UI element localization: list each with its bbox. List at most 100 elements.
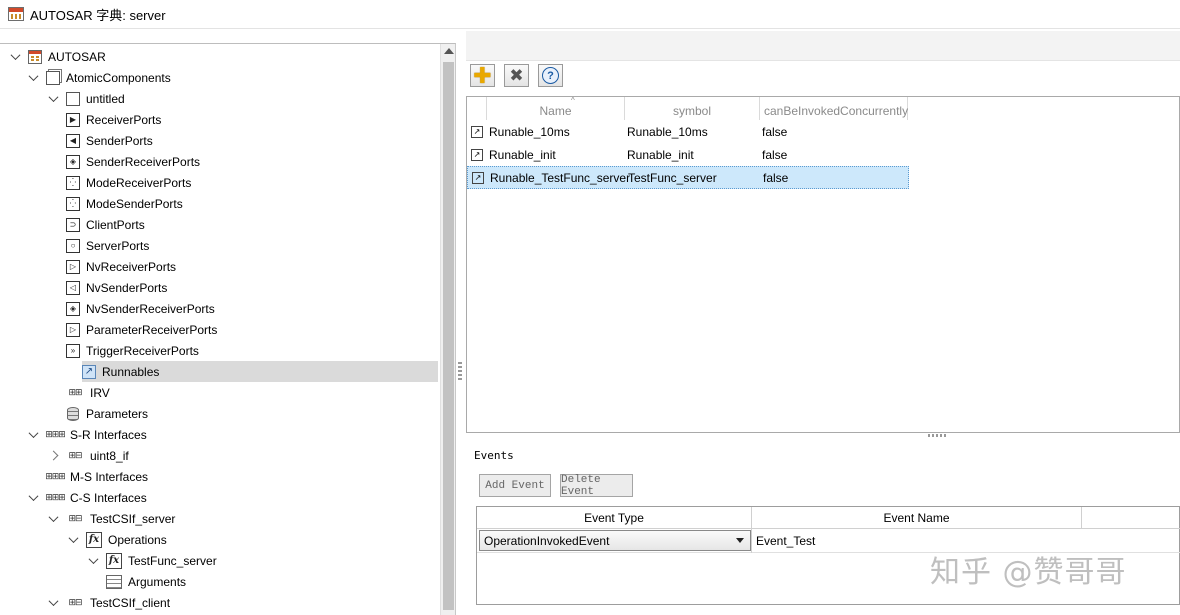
tree-scrollbar[interactable] (440, 44, 456, 615)
mode-sender-port-icon: ⁛ (66, 197, 80, 211)
runnable-name-cell[interactable]: Runable_init (489, 144, 627, 165)
events-table-header: Event Type Event Name (477, 507, 1180, 529)
add-event-button[interactable]: Add Event (479, 474, 551, 497)
add-button[interactable]: ✚ (470, 64, 495, 87)
tree-node-untitled[interactable]: untitled (46, 88, 125, 109)
tree-node-client-ports[interactable]: ⊃ ClientPorts (66, 214, 145, 235)
app-icon (8, 7, 24, 21)
expand-caret-down-icon[interactable] (46, 512, 60, 526)
server-port-icon: ○ (66, 239, 80, 253)
tree-node-autosar[interactable]: AUTOSAR (8, 46, 106, 67)
sender-port-icon: ◀ (66, 134, 80, 148)
tree-node-uint8-if[interactable]: ⊞⊟uint8_if (46, 445, 129, 466)
runnable-symbol-cell[interactable]: Runable_10ms (627, 121, 762, 142)
receiver-port-icon: ▶ (66, 113, 80, 127)
panel-resize-grip[interactable] (928, 434, 948, 437)
expand-caret-down-icon[interactable] (86, 554, 100, 568)
runnable-symbol-cell[interactable]: TestFunc_server (628, 167, 763, 188)
tree-node-nv-sender-receiver-ports[interactable]: ◈NvSenderReceiverPorts (66, 298, 215, 319)
tree-node-label: TriggerReceiverPorts (86, 344, 199, 358)
client-port-icon: ⊃ (66, 218, 80, 232)
component-icon (66, 92, 80, 106)
tree-node-label: AtomicComponents (66, 71, 171, 85)
delete-event-button[interactable]: Delete Event (560, 474, 633, 497)
tree-node-runnables[interactable]: ↗ Runnables (82, 361, 438, 382)
expand-caret-down-icon[interactable] (46, 92, 60, 106)
tree-node-parameters[interactable]: Parameters (66, 403, 148, 424)
tree-node-nv-receiver-ports[interactable]: ▷NvReceiverPorts (66, 256, 176, 277)
runnable-concurrent-cell[interactable]: false (763, 167, 903, 188)
tree-node-label: Runnables (102, 365, 159, 379)
runnable-name-cell[interactable]: Runable_TestFunc_server (490, 167, 628, 188)
tree-node-operations[interactable]: fxOperations (66, 529, 167, 550)
expand-caret-down-icon[interactable] (8, 50, 22, 64)
runnable-icon: ↗ (82, 365, 96, 379)
delete-button[interactable]: ✖ (504, 64, 529, 87)
toolbar: ✚ ✖ ? (470, 64, 563, 90)
right-header-strip (466, 31, 1180, 61)
runnable-row[interactable]: ↗Runable_TestFunc_serverTestFunc_serverf… (467, 166, 909, 189)
tree-node-mode-sender-ports[interactable]: ⁛ModeSenderPorts (66, 193, 183, 214)
list-icon (106, 575, 122, 589)
runnable-row[interactable]: ↗Runable_10msRunable_10msfalse (467, 120, 909, 143)
tree-node-testcsif-client[interactable]: ⊞⊟TestCSIf_client (46, 592, 170, 613)
scroll-up-arrow-icon[interactable] (444, 48, 454, 54)
expand-caret-down-icon[interactable] (46, 596, 60, 610)
interface-icon: ⊞⊟ (66, 512, 84, 526)
chevron-down-icon (736, 538, 744, 543)
help-icon: ? (542, 67, 559, 84)
runnable-concurrent-cell[interactable]: false (762, 121, 902, 142)
column-header-concurrent[interactable]: canBeInvokedConcurrently (760, 97, 908, 120)
expand-caret-right-icon[interactable] (46, 449, 60, 463)
tree-node-label: Operations (108, 533, 167, 547)
tree-node-label: ClientPorts (86, 218, 145, 232)
tree-node-label: NvReceiverPorts (86, 260, 176, 274)
tree-node-label: uint8_if (90, 449, 129, 463)
runnables-table-header: ^ Name symbol canBeInvokedConcurrently (467, 97, 909, 120)
tree-node-atomic-components[interactable]: AtomicComponents (26, 67, 171, 88)
expand-caret-down-icon[interactable] (26, 71, 40, 85)
parameter-receiver-port-icon: ▷ (66, 323, 80, 337)
help-button[interactable]: ? (538, 64, 563, 87)
tree-node-server-ports[interactable]: ○ServerPorts (66, 235, 149, 256)
expand-caret-down-icon[interactable] (26, 491, 40, 505)
column-header-name-label: Name (539, 104, 571, 118)
tree-node-irv[interactable]: ⊞⊞IRV (66, 382, 110, 403)
expand-caret-down-icon[interactable] (66, 533, 80, 547)
tree-node-arguments[interactable]: Arguments (106, 571, 186, 592)
events-title: Events (474, 449, 514, 462)
runnable-symbol-cell[interactable]: Runable_init (627, 144, 762, 165)
tree-node-sr-interfaces[interactable]: ⊞⊞⊞S-R Interfaces (26, 424, 147, 445)
title-bar: AUTOSAR 字典: server (0, 0, 1180, 29)
tree-node-receiver-ports[interactable]: ▶ReceiverPorts (66, 109, 161, 130)
tree-node-parameter-receiver-ports[interactable]: ▷ParameterReceiverPorts (66, 319, 217, 340)
tree-node-cs-interfaces[interactable]: ⊞⊞⊞C-S Interfaces (26, 487, 147, 508)
event-type-select[interactable]: OperationInvokedEvent (479, 530, 751, 551)
tree-node-sender-ports[interactable]: ◀ SenderPorts (66, 130, 153, 151)
runnable-icon: ↗ (471, 126, 483, 138)
tree-panel: AUTOSAR AtomicComponents untitled ▶Receiver… (0, 43, 456, 615)
tree-node-label: TestCSIf_server (90, 512, 175, 526)
scroll-thumb[interactable] (443, 62, 454, 610)
splitter-handle[interactable] (458, 362, 462, 380)
sort-ascending-icon: ^ (571, 96, 575, 105)
nv-sender-port-icon: ◁ (66, 281, 80, 295)
tree-node-label: NvSenderPorts (86, 281, 167, 295)
column-header-event-name[interactable]: Event Name (752, 507, 1082, 529)
tree-node-trigger-receiver-ports[interactable]: »TriggerReceiverPorts (66, 340, 199, 361)
tree-node-sender-receiver-ports[interactable]: ◈SenderReceiverPorts (66, 151, 200, 172)
runnable-concurrent-cell[interactable]: false (762, 144, 902, 165)
tree-node-testcsif-server[interactable]: ⊞⊟ TestCSIf_server (46, 508, 175, 529)
column-header-symbol[interactable]: symbol (625, 97, 760, 120)
runnable-row[interactable]: ↗Runable_initRunable_initfalse (467, 143, 909, 166)
tree-node-label: untitled (86, 92, 125, 106)
column-header-name[interactable]: ^ Name (487, 97, 625, 120)
expand-caret-down-icon[interactable] (26, 428, 40, 442)
tree-node-nv-sender-ports[interactable]: ◁ NvSenderPorts (66, 277, 167, 298)
runnable-name-cell[interactable]: Runable_10ms (489, 121, 627, 142)
tree-node-ms-interfaces[interactable]: ⊞⊞⊞M-S Interfaces (26, 466, 148, 487)
column-header-event-type[interactable]: Event Type (477, 507, 752, 529)
tree-node-label: SenderPorts (86, 134, 153, 148)
tree-node-testfunc-server[interactable]: fxTestFunc_server (86, 550, 217, 571)
tree-node-mode-receiver-ports[interactable]: ⁛ModeReceiverPorts (66, 172, 191, 193)
